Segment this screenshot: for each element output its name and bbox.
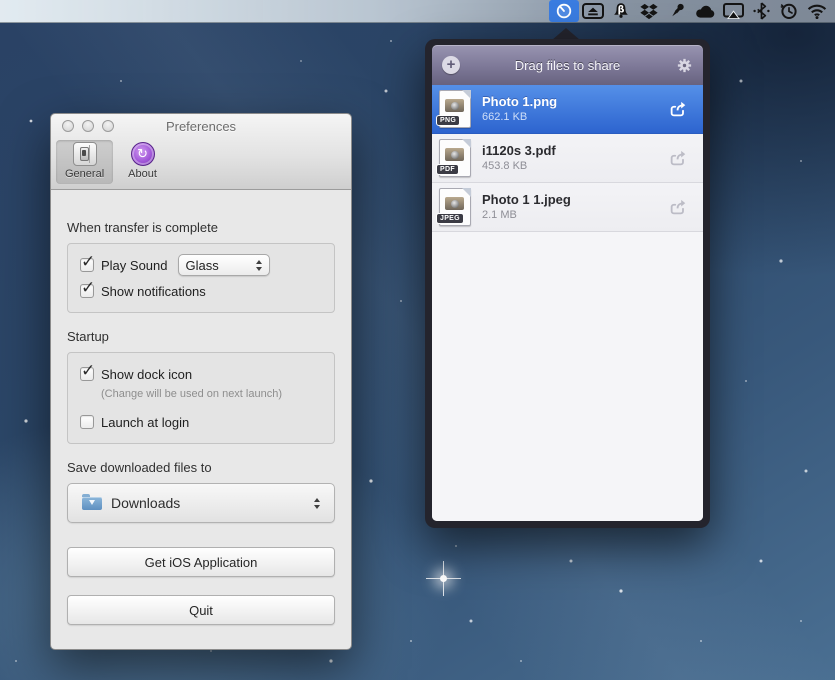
- bluetooth-icon[interactable]: [747, 0, 775, 22]
- page-fold: [462, 139, 471, 148]
- traffic-lights: [62, 120, 114, 132]
- file-list-empty-area[interactable]: [432, 232, 703, 521]
- minimize-button[interactable]: [82, 120, 94, 132]
- transfer-groupbox: Play Sound Glass Show notifications: [67, 243, 335, 313]
- page-fold: [462, 90, 471, 99]
- save-folder-select[interactable]: Downloads: [67, 483, 335, 523]
- show-dock-icon-row: Show dock icon: [80, 361, 322, 387]
- play-sound-row: Play Sound Glass: [80, 252, 322, 278]
- sound-select-value: Glass: [186, 258, 219, 273]
- startup-groupbox: Show dock icon (Change will be used on n…: [67, 352, 335, 444]
- photo-thumbnail: [445, 197, 464, 210]
- file-type-icon: JPEG: [439, 188, 471, 226]
- file-info: i1120s 3.pdf 453.8 KB: [482, 143, 665, 173]
- title-bar[interactable]: Preferences: [51, 114, 351, 139]
- stepper-arrows-icon: [314, 498, 320, 509]
- sound-select[interactable]: Glass: [178, 254, 270, 276]
- airplay-display-icon[interactable]: [719, 0, 747, 22]
- page-fold: [462, 188, 471, 197]
- launch-at-login-row: Launch at login: [80, 409, 322, 435]
- photo-thumbnail: [445, 148, 464, 161]
- popover-title: Drag files to share: [460, 58, 675, 73]
- file-type-badge: PDF: [436, 164, 459, 175]
- wifi-icon[interactable]: [803, 0, 831, 22]
- time-machine-icon[interactable]: [775, 0, 803, 22]
- file-row-photo-1-png[interactable]: PNG Photo 1.png 662.1 KB: [432, 85, 703, 134]
- tab-general-label: General: [65, 168, 104, 180]
- tab-about-label: About: [128, 168, 157, 180]
- arrow-up-icon: [256, 260, 262, 264]
- get-ios-application-button[interactable]: Get iOS Application: [67, 547, 335, 577]
- stepper-arrows-icon: [256, 260, 262, 271]
- tab-general[interactable]: General: [56, 140, 113, 184]
- cloud-icon[interactable]: [691, 0, 719, 22]
- popover-header: + Drag files to share: [432, 45, 703, 85]
- show-dock-icon-checkbox[interactable]: [80, 367, 94, 381]
- eject-drawer-icon[interactable]: [579, 0, 607, 22]
- tab-about[interactable]: ↻ About: [119, 140, 166, 184]
- upload-timer-icon[interactable]: [549, 0, 579, 22]
- file-size: 2.1 MB: [482, 208, 665, 222]
- menu-bar-status-icons: β: [549, 0, 835, 22]
- play-sound-label: Play Sound: [101, 258, 168, 273]
- file-info: Photo 1.png 662.1 KB: [482, 94, 665, 124]
- play-sound-checkbox[interactable]: [80, 258, 94, 272]
- file-list: PNG Photo 1.png 662.1 KB: [432, 85, 703, 521]
- startup-section-label: Startup: [67, 329, 335, 344]
- share-button[interactable]: [665, 147, 691, 169]
- arrow-down-icon: [256, 267, 262, 271]
- preferences-content: When transfer is complete Play Sound Gla…: [51, 190, 351, 625]
- show-dock-icon-label: Show dock icon: [101, 367, 192, 382]
- pushpin-icon[interactable]: [663, 0, 691, 22]
- file-info: Photo 1 1.jpeg 2.1 MB: [482, 192, 665, 222]
- share-button[interactable]: [665, 196, 691, 218]
- preferences-window: Preferences General ↻ About When transfe…: [50, 113, 352, 650]
- save-folder-value: Downloads: [111, 495, 180, 511]
- share-button[interactable]: [665, 98, 691, 120]
- settings-gear-button[interactable]: [675, 56, 693, 74]
- about-swirl-icon: ↻: [131, 142, 155, 166]
- file-type-badge: JPEG: [436, 213, 464, 224]
- popover-frame: + Drag files to share: [425, 39, 710, 528]
- downloads-folder-icon: [82, 497, 102, 510]
- file-size: 453.8 KB: [482, 159, 665, 173]
- file-type-icon: PDF: [439, 139, 471, 177]
- file-type-badge: PNG: [436, 115, 460, 126]
- file-row-i1120s-3-pdf[interactable]: PDF i1120s 3.pdf 453.8 KB: [432, 134, 703, 183]
- menu-bar: β: [0, 0, 835, 23]
- wallpaper-bright-star: [440, 575, 447, 582]
- file-row-photo-1-1-jpeg[interactable]: JPEG Photo 1 1.jpeg 2.1 MB: [432, 183, 703, 232]
- launch-at-login-label: Launch at login: [101, 415, 189, 430]
- photo-thumbnail: [445, 99, 464, 112]
- svg-text:β: β: [618, 5, 625, 16]
- share-popover: + Drag files to share: [425, 39, 710, 528]
- file-size: 662.1 KB: [482, 110, 665, 124]
- transfer-section-label: When transfer is complete: [67, 220, 335, 235]
- dropbox-icon[interactable]: [635, 0, 663, 22]
- switch-icon: [73, 142, 97, 166]
- file-name: Photo 1 1.jpeg: [482, 192, 665, 208]
- arrow-up-icon: [314, 498, 320, 502]
- switch-knob: [80, 147, 89, 161]
- save-section-label: Save downloaded files to: [67, 460, 335, 475]
- preferences-toolbar: General ↻ About: [51, 139, 351, 189]
- close-button[interactable]: [62, 120, 74, 132]
- file-name: Photo 1.png: [482, 94, 665, 110]
- file-name: i1120s 3.pdf: [482, 143, 665, 159]
- zoom-button[interactable]: [102, 120, 114, 132]
- show-notifications-checkbox[interactable]: [80, 284, 94, 298]
- file-type-icon: PNG: [439, 90, 471, 128]
- launch-at-login-checkbox[interactable]: [80, 415, 94, 429]
- arrow-down-icon: [314, 505, 320, 509]
- show-notifications-row: Show notifications: [80, 278, 322, 304]
- window-chrome: Preferences General ↻ About: [51, 114, 351, 190]
- show-notifications-label: Show notifications: [101, 284, 206, 299]
- dock-change-hint: (Change will be used on next launch): [101, 387, 322, 401]
- beta-bell-icon[interactable]: β: [607, 0, 635, 22]
- quit-button[interactable]: Quit: [67, 595, 335, 625]
- add-file-button[interactable]: +: [442, 56, 460, 74]
- window-title: Preferences: [166, 119, 236, 134]
